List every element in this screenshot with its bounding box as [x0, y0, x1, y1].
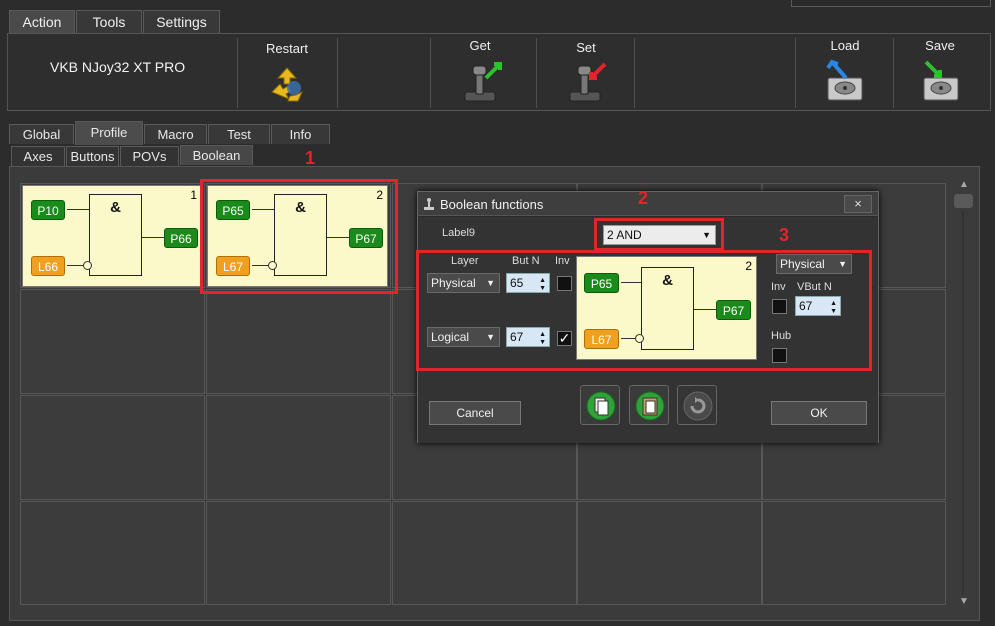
scroll-down-arrow[interactable]: ▼ — [958, 597, 970, 607]
cancel-button[interactable]: Cancel — [429, 401, 521, 425]
ok-button[interactable]: OK — [771, 401, 867, 425]
tab-axes[interactable]: Axes — [11, 146, 65, 166]
menu-tab-action[interactable]: Action — [9, 10, 75, 34]
grid-cell[interactable] — [20, 395, 205, 500]
joystick-get-icon — [464, 62, 502, 102]
scroll-track[interactable] — [962, 210, 964, 595]
tab-global[interactable]: Global — [9, 124, 74, 144]
refresh-icon — [683, 391, 713, 421]
close-button[interactable]: × — [844, 195, 872, 213]
restart-label: Restart — [266, 41, 308, 56]
function-number: 1 — [190, 188, 197, 202]
input-pin: P10 — [31, 200, 65, 220]
grid-cell[interactable] — [206, 395, 391, 500]
annotation-3: 3 — [779, 225, 790, 245]
hdd-save-icon — [923, 60, 959, 101]
highlight-box-3 — [416, 250, 872, 371]
tab-boolean[interactable]: Boolean — [180, 145, 253, 165]
get-label: Get — [469, 38, 491, 53]
device-name: VKB NJoy32 XT PRO — [50, 59, 186, 75]
tab-macro[interactable]: Macro — [144, 124, 207, 144]
set-label: Set — [576, 40, 596, 55]
set-button[interactable] — [567, 60, 609, 104]
label9: Label9 — [442, 227, 476, 239]
copy-icon — [586, 391, 616, 421]
refresh-button[interactable] — [677, 385, 717, 425]
tab-profile[interactable]: Profile — [75, 121, 143, 145]
recycle-icon — [271, 67, 304, 102]
boolean-function-1[interactable]: 1 & P10 L66 P66 — [22, 185, 202, 287]
menu-tab-settings[interactable]: Settings — [143, 10, 220, 34]
scroll-up-arrow[interactable]: ▲ — [958, 180, 970, 190]
paste-button[interactable] — [629, 385, 669, 425]
dialog-title: Boolean functions — [440, 197, 544, 212]
highlight-box-2 — [594, 218, 724, 251]
grid-cell[interactable] — [20, 501, 205, 605]
joystick-icon — [424, 198, 434, 210]
annotation-1: 1 — [305, 148, 316, 168]
grid-cell[interactable] — [762, 501, 946, 605]
grid-cell[interactable] — [20, 289, 205, 394]
tab-povs[interactable]: POVs — [120, 146, 179, 166]
scroll-thumb[interactable] — [954, 194, 973, 208]
and-gate: & — [89, 194, 142, 276]
hdd-load-icon — [826, 59, 863, 101]
restart-button[interactable] — [266, 64, 308, 106]
menu-tab-tools[interactable]: Tools — [76, 10, 142, 34]
save-label: Save — [925, 38, 955, 53]
input-pin: L66 — [31, 256, 65, 276]
copy-button[interactable] — [580, 385, 620, 425]
get-button[interactable] — [462, 60, 504, 104]
annotation-2: 2 — [638, 188, 649, 208]
load-button[interactable] — [824, 58, 866, 104]
joystick-set-icon — [569, 62, 607, 102]
grid-cell[interactable] — [392, 501, 577, 605]
highlight-box-1 — [200, 179, 398, 294]
top-right-field — [791, 0, 991, 7]
output-pin: P66 — [164, 228, 198, 248]
grid-cell[interactable] — [577, 501, 762, 605]
grid-cell[interactable] — [206, 501, 391, 605]
tab-buttons[interactable]: Buttons — [66, 146, 119, 166]
load-label: Load — [830, 38, 860, 53]
invert-circle — [83, 261, 92, 270]
grid-cell[interactable] — [206, 289, 391, 394]
tab-test[interactable]: Test — [208, 124, 270, 144]
save-button[interactable] — [920, 58, 962, 104]
tab-info[interactable]: Info — [271, 124, 330, 144]
paste-icon — [635, 391, 665, 421]
